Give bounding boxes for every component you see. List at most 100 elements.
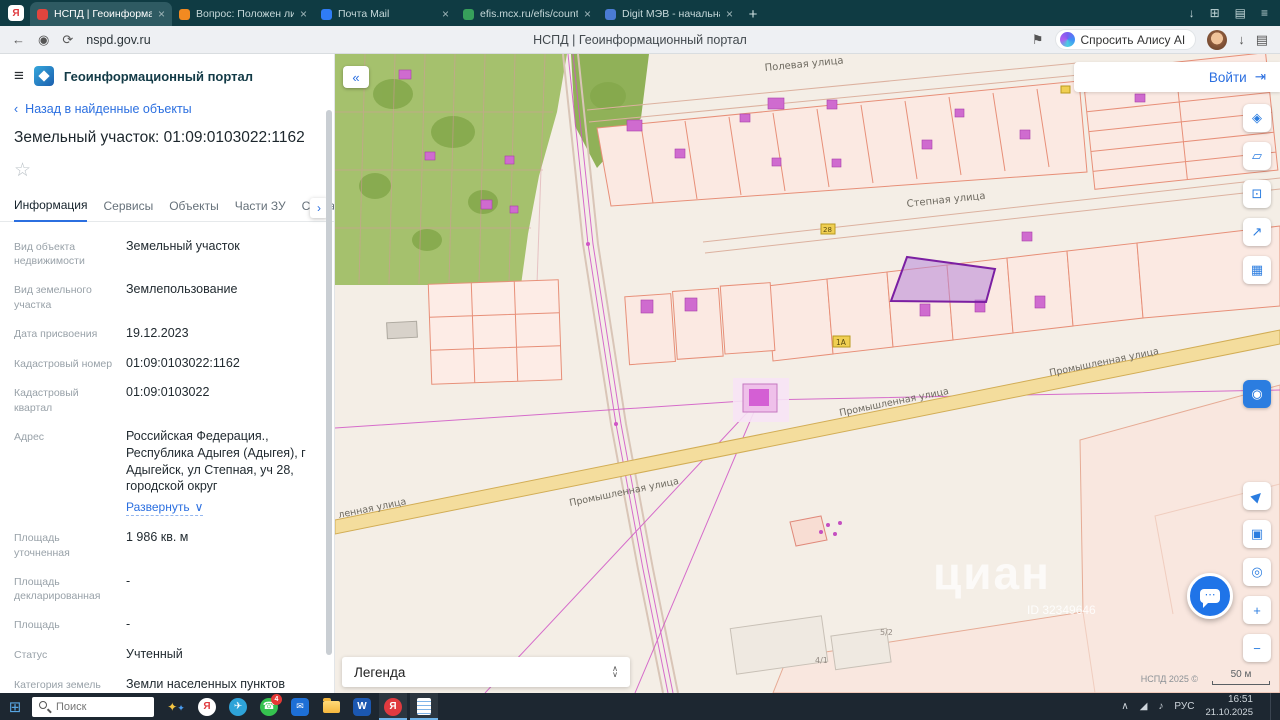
tab-nspd[interactable]: НСПД | Геоинформац... × bbox=[30, 2, 172, 26]
app-whatsapp[interactable]: ☎ 4 bbox=[255, 693, 283, 720]
app-notepad[interactable] bbox=[410, 693, 438, 720]
print-button[interactable]: ▦ bbox=[1243, 256, 1271, 284]
basemap-button[interactable]: ▣ bbox=[1243, 520, 1271, 548]
close-icon[interactable]: × bbox=[158, 7, 165, 21]
telegram-icon: ✈ bbox=[229, 697, 247, 716]
app-yandex-browser[interactable]: Я bbox=[379, 693, 407, 720]
browser-home-icon: Я bbox=[198, 697, 216, 716]
field-label: Площадь декларированная bbox=[14, 575, 101, 602]
zoom-out-button[interactable]: − bbox=[1243, 634, 1271, 662]
close-icon[interactable]: × bbox=[442, 7, 449, 21]
login-button[interactable]: Войти ⇥ bbox=[1074, 62, 1280, 92]
locate-button[interactable]: ▶ bbox=[1243, 482, 1271, 510]
app-browser-home[interactable]: Я bbox=[193, 693, 221, 720]
app-telegram[interactable]: ✈ bbox=[224, 693, 252, 720]
zoom-in-button[interactable]: + bbox=[1243, 596, 1271, 624]
browser-menu-icon[interactable]: ≡ bbox=[1261, 6, 1268, 20]
layers-button[interactable]: ◈ bbox=[1243, 104, 1271, 132]
network-icon[interactable]: ◢ bbox=[1140, 701, 1148, 712]
ruler-button[interactable]: ▱ bbox=[1243, 142, 1271, 170]
snap-icon: ◎ bbox=[1251, 564, 1263, 579]
app-explorer[interactable] bbox=[317, 693, 345, 720]
panorama-rail: ◉ bbox=[1243, 380, 1271, 408]
field-label: Кадастровый квартал bbox=[14, 387, 79, 414]
chat-icon: ⋯ bbox=[1200, 589, 1220, 608]
tab-panel-icon[interactable]: ▤ bbox=[1235, 6, 1246, 20]
legend-toggle-icon[interactable]: ∧ ∨ bbox=[612, 665, 618, 679]
legend-bar[interactable]: Легенда ∧ ∨ bbox=[342, 657, 630, 687]
field-row: Дата присвоения 19.12.2023 bbox=[14, 325, 320, 342]
app-widgets[interactable]: ✦✦ bbox=[162, 693, 190, 720]
utility-station[interactable] bbox=[733, 378, 789, 422]
protect-shield-icon[interactable]: ◉ bbox=[38, 32, 49, 48]
tab-digit[interactable]: Digit МЭВ - начальная стр... × bbox=[598, 2, 740, 26]
tab-services[interactable]: Сервисы bbox=[103, 199, 153, 221]
show-desktop-button[interactable] bbox=[1270, 693, 1276, 720]
map-canvas[interactable]: Полевая улица Степная улица Промышленная… bbox=[335, 54, 1280, 693]
field-label: Кадастровый номер bbox=[14, 357, 113, 370]
clock[interactable]: 16:51 21.10.2025 bbox=[1205, 694, 1253, 718]
refresh-icon[interactable]: ⟳ bbox=[62, 32, 73, 48]
app-mail[interactable]: ✉ bbox=[286, 693, 314, 720]
nspd-logo-icon bbox=[33, 66, 54, 86]
building-number: 4/1 bbox=[815, 656, 828, 665]
scrollbar-thumb[interactable] bbox=[326, 110, 332, 655]
tray-expand-icon[interactable]: ∧ bbox=[1121, 701, 1128, 712]
browser-toolbar: ← ◉ ⟳ nspd.gov.ru НСПД | Геоинформационн… bbox=[0, 26, 1280, 54]
tab-information[interactable]: Информация bbox=[14, 198, 88, 222]
chat-button[interactable]: ⋯ bbox=[1187, 573, 1233, 619]
browser-logo-icon[interactable]: Я bbox=[8, 5, 24, 21]
download-icon[interactable]: ↓ bbox=[1238, 32, 1245, 47]
snap-button[interactable]: ◎ bbox=[1243, 558, 1271, 586]
app-word[interactable]: W bbox=[348, 693, 376, 720]
panel-scrollbar[interactable] bbox=[325, 58, 333, 689]
alice-button[interactable]: Спросить Алису AI bbox=[1054, 29, 1197, 50]
tab-strip: НСПД | Геоинформац... × Вопрос: Положен … bbox=[30, 0, 766, 26]
map-area: Полевая улица Степная улица Промышленная… bbox=[335, 54, 1280, 693]
panel-tabs: Информация Сервисы Объекты Части ЗУ Сост… bbox=[0, 195, 334, 222]
panorama-button[interactable]: ◉ bbox=[1243, 380, 1271, 408]
back-link[interactable]: ‹ Назад в найденные объекты bbox=[14, 102, 320, 116]
tab-favicon bbox=[605, 8, 616, 20]
system-tray: ∧ ◢ ♪ РУС 16:51 21.10.2025 bbox=[1121, 693, 1280, 720]
scale-ruler bbox=[1212, 681, 1270, 685]
tab-mail[interactable]: Почта Mail × bbox=[314, 2, 456, 26]
bookmark-flag-icon[interactable]: ⚑ bbox=[1032, 32, 1044, 48]
profile-avatar[interactable] bbox=[1207, 29, 1228, 50]
hamburger-menu-icon[interactable]: ≡ bbox=[14, 66, 24, 86]
start-button[interactable]: ⊞ bbox=[0, 698, 30, 716]
close-icon[interactable]: × bbox=[584, 7, 591, 21]
field-row: Площадь декларированная - bbox=[14, 573, 320, 603]
expand-address-link[interactable]: Развернуть ∨ bbox=[126, 499, 204, 517]
measure-icon: ⊡ bbox=[1251, 186, 1263, 201]
tab-title: НСПД | Геоинформац... bbox=[54, 8, 152, 20]
language-indicator[interactable]: РУС bbox=[1174, 701, 1194, 712]
tab-objects[interactable]: Объекты bbox=[169, 199, 219, 221]
plus-icon: + bbox=[1253, 602, 1261, 618]
panorama-icon: ◉ bbox=[1251, 386, 1263, 401]
new-tab-button[interactable]: + bbox=[740, 2, 766, 26]
collections-icon[interactable]: ⊞ bbox=[1210, 6, 1220, 20]
tab-question[interactable]: Вопрос: Положен ли зем... × bbox=[172, 2, 314, 26]
field-row: Статус Учтенный bbox=[14, 646, 320, 663]
tab-efis[interactable]: efis.mcx.ru/efis/countries... × bbox=[456, 2, 598, 26]
collapse-panel-button[interactable]: « bbox=[343, 66, 369, 88]
downloads-icon[interactable]: ↓ bbox=[1189, 6, 1195, 20]
taskbar-search[interactable] bbox=[32, 696, 154, 717]
tab-title: efis.mcx.ru/efis/countries... bbox=[480, 8, 578, 20]
back-icon[interactable]: ← bbox=[12, 32, 25, 47]
close-icon[interactable]: × bbox=[300, 7, 307, 21]
close-icon[interactable]: × bbox=[726, 7, 733, 21]
browser-top-actions: ↓ ⊞ ▤ ≡ bbox=[1177, 6, 1280, 26]
search-input[interactable] bbox=[32, 696, 154, 717]
address-url[interactable]: nspd.gov.ru bbox=[86, 33, 150, 47]
volume-icon[interactable]: ♪ bbox=[1158, 701, 1163, 712]
fields-list: Вид объекта недвижимости Земельный участ… bbox=[0, 222, 334, 693]
tab-parts[interactable]: Части ЗУ bbox=[235, 199, 286, 221]
field-label: Площадь bbox=[14, 619, 60, 632]
side-panel-icon[interactable]: ▤ bbox=[1256, 32, 1268, 48]
measure-area-button[interactable]: ⊡ bbox=[1243, 180, 1271, 208]
share-button[interactable]: ↗ bbox=[1243, 218, 1271, 246]
tab-title: Digit МЭВ - начальная стр... bbox=[622, 8, 720, 20]
favorite-star-icon[interactable]: ☆ bbox=[14, 159, 34, 182]
